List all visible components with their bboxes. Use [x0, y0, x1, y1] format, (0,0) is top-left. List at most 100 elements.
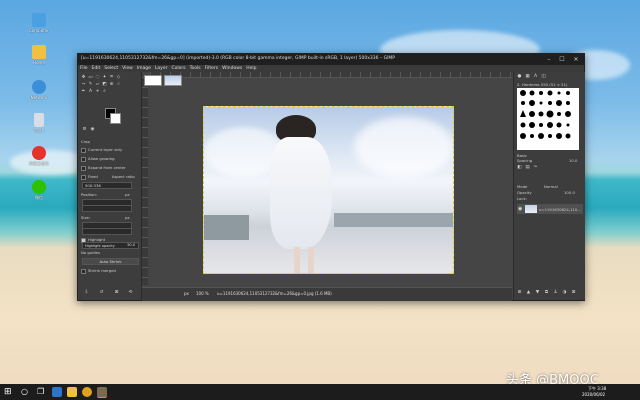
- menu-filters[interactable]: Filters: [203, 65, 221, 72]
- desktop-icon-computer[interactable]: Computer: [28, 13, 50, 33]
- option-shrink-merged[interactable]: Shrink merged: [81, 268, 116, 274]
- menu-tools[interactable]: Tools: [188, 65, 203, 72]
- duplicate-layer-icon[interactable]: ⧉: [544, 290, 549, 295]
- anchor-layer-icon[interactable]: ⚓: [553, 290, 558, 295]
- bucket-tool-icon[interactable]: ◩: [102, 82, 107, 87]
- option-current-layer-only[interactable]: Current layer only: [81, 147, 122, 153]
- option-expand-from-center[interactable]: Expand from center: [81, 165, 126, 171]
- device-status-tab-icon[interactable]: ◉: [90, 127, 95, 132]
- maximize-button[interactable]: ☐: [557, 55, 567, 64]
- chrome-icon[interactable]: [82, 387, 92, 397]
- raise-layer-icon[interactable]: ▲: [526, 290, 531, 295]
- crop-tool-icon[interactable]: ⌗: [109, 75, 114, 80]
- size-height-field[interactable]: [82, 228, 132, 235]
- restore-preset-icon[interactable]: ↺: [99, 290, 104, 295]
- reset-icon[interactable]: ⟲: [128, 290, 133, 295]
- tool-options-tab-icon[interactable]: ⚙: [82, 127, 87, 132]
- auto-shrink-button[interactable]: Auto Shrink: [82, 258, 139, 265]
- clock-date[interactable]: 2020/06/02: [582, 392, 605, 397]
- checkbox[interactable]: [81, 156, 86, 162]
- paintbrush-tool-icon[interactable]: ✎: [88, 82, 93, 87]
- minimize-button[interactable]: –: [544, 55, 554, 64]
- file-explorer-icon[interactable]: [67, 387, 77, 397]
- move-tool-icon[interactable]: ✥: [81, 75, 86, 80]
- menu-help[interactable]: Help: [244, 65, 258, 72]
- size-unit[interactable]: px: [125, 215, 130, 220]
- edge-icon[interactable]: [52, 387, 62, 397]
- desktop-icon-netease-music[interactable]: 网易云音乐: [28, 146, 50, 167]
- position-y-field[interactable]: [82, 205, 132, 212]
- transform-tool-icon[interactable]: ◇: [116, 75, 121, 80]
- color-picker-tool-icon[interactable]: ⌖: [95, 89, 100, 94]
- canvas-area[interactable]: px 100 % u=1191630624,1105312732&fm=26&g…: [142, 72, 512, 301]
- size-ratio-field[interactable]: 500:336: [82, 182, 132, 189]
- eye-icon[interactable]: ◉: [518, 206, 522, 212]
- save-tool-preset-icon[interactable]: ⇩: [84, 290, 89, 295]
- checkbox[interactable]: [81, 268, 86, 274]
- start-icon[interactable]: ⊞: [4, 387, 12, 397]
- checkbox[interactable]: [81, 165, 86, 171]
- gimp-taskbar-icon[interactable]: [97, 387, 107, 398]
- brush-grid[interactable]: [517, 88, 579, 150]
- desktop-icon-home[interactable]: Home: [28, 45, 50, 65]
- warp-tool-icon[interactable]: ⤳: [81, 82, 86, 87]
- delete-layer-icon[interactable]: ⊠: [571, 290, 576, 295]
- brushes-tab-icon[interactable]: ●: [517, 74, 522, 79]
- close-button[interactable]: ✕: [571, 55, 581, 64]
- document-history-tab-icon[interactable]: ◫: [541, 74, 546, 79]
- image-tab-thumbnail-active[interactable]: [164, 75, 182, 86]
- eraser-tool-icon[interactable]: ▱: [95, 82, 100, 87]
- fuzzy-select-tool-icon[interactable]: ✦: [102, 75, 107, 80]
- channels-tab-icon[interactable]: ▤: [525, 165, 530, 170]
- menu-colors[interactable]: Colors: [169, 65, 187, 72]
- smudge-tool-icon[interactable]: ☝: [116, 82, 121, 87]
- menu-image[interactable]: Image: [135, 65, 153, 72]
- guides-select[interactable]: No guides: [81, 250, 100, 255]
- position-unit[interactable]: px: [125, 192, 130, 197]
- layer-thumbnail: [525, 205, 537, 213]
- menu-file[interactable]: File: [78, 65, 90, 72]
- patterns-tab-icon[interactable]: ▦: [525, 74, 530, 79]
- clone-tool-icon[interactable]: ⊕: [109, 82, 114, 87]
- highlight-opacity-slider[interactable]: Highlight opacity 50.0: [82, 242, 139, 249]
- background-color-swatch[interactable]: [110, 113, 121, 124]
- window-title: [u=1191630624,1105312732&fm=26&gp=0] (im…: [81, 56, 396, 61]
- opacity-value[interactable]: 100.0: [564, 190, 575, 195]
- image-tab-thumbnail[interactable]: [144, 75, 162, 86]
- menu-view[interactable]: View: [120, 65, 135, 72]
- delete-preset-icon[interactable]: ⊠: [114, 290, 119, 295]
- option-fixed[interactable]: Fixed Aspect ratio: [81, 174, 135, 180]
- menu-layer[interactable]: Layer: [153, 65, 170, 72]
- desktop-icon-trash[interactable]: Trash: [28, 113, 50, 133]
- mode-select[interactable]: Normal: [544, 184, 558, 189]
- checkbox[interactable]: [81, 174, 86, 180]
- layer-name[interactable]: u=1191630624,110...: [539, 207, 581, 212]
- path-tool-icon[interactable]: ✒: [81, 89, 86, 94]
- desktop-icon-wechat[interactable]: 微信: [28, 180, 50, 201]
- new-layer-icon[interactable]: ⊞: [517, 290, 522, 295]
- lasso-tool-icon[interactable]: ◌: [95, 75, 100, 80]
- image-canvas[interactable]: [203, 106, 454, 274]
- text-tool-icon[interactable]: A: [88, 89, 93, 94]
- fixed-mode-select[interactable]: Aspect ratio: [112, 174, 135, 179]
- zoom-select[interactable]: 100 %: [196, 291, 209, 296]
- layers-tab-icon[interactable]: ◧: [517, 165, 522, 170]
- lower-layer-icon[interactable]: ▼: [535, 290, 540, 295]
- option-allow-growing[interactable]: Allow growing: [81, 156, 115, 162]
- task-view-icon[interactable]: ❐: [37, 387, 44, 397]
- title-bar[interactable]: [u=1191630624,1105312732&fm=26&gp=0] (im…: [78, 54, 584, 65]
- unit-select[interactable]: px: [184, 291, 189, 296]
- fonts-tab-icon[interactable]: A: [533, 74, 538, 79]
- checkbox[interactable]: [81, 147, 86, 153]
- desktop-icon-network[interactable]: Network: [28, 80, 50, 100]
- menu-windows[interactable]: Windows: [220, 65, 244, 72]
- search-icon[interactable]: ○: [21, 387, 28, 397]
- menu-edit[interactable]: Edit: [90, 65, 103, 72]
- layer-row[interactable]: ◉ u=1191630624,110...: [517, 204, 583, 214]
- mask-layer-icon[interactable]: ◑: [562, 290, 567, 295]
- spacing-value[interactable]: 10.0: [569, 158, 577, 163]
- zoom-tool-icon[interactable]: ⌕: [102, 89, 107, 94]
- rect-select-tool-icon[interactable]: ▭: [88, 75, 93, 80]
- menu-select[interactable]: Select: [102, 65, 120, 72]
- paths-tab-icon[interactable]: ✑: [533, 165, 538, 170]
